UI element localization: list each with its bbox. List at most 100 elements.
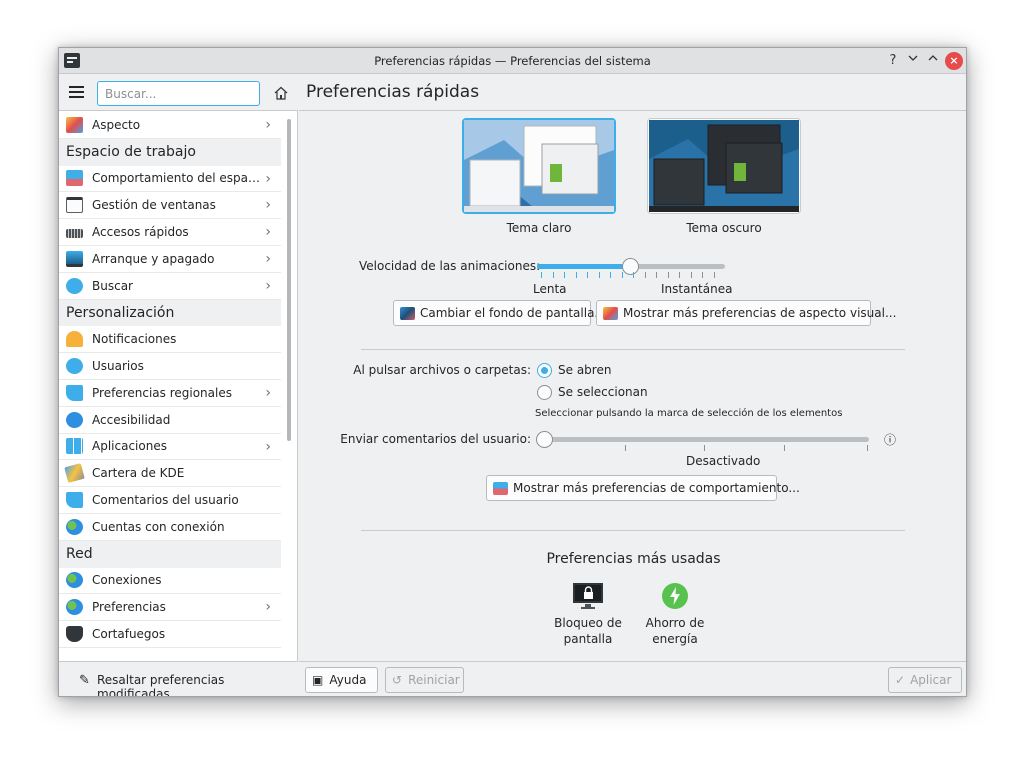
sidebar-item[interactable]: Conexiones xyxy=(59,568,281,595)
workspace-icon xyxy=(66,170,83,187)
main-header: Preferencias rápidas xyxy=(299,75,966,111)
sidebar-item[interactable]: Accesos rápidos › xyxy=(59,219,281,246)
sidebar-item-label: Aspecto xyxy=(92,117,141,132)
workspace-icon xyxy=(493,481,508,495)
sidebar-item-label: Aplicaciones xyxy=(92,439,167,454)
sidebar-item[interactable]: Cuentas con conexión xyxy=(59,514,281,541)
radio-select-label: Se seleccionan xyxy=(558,385,648,399)
dark-theme-card[interactable] xyxy=(647,118,801,214)
help-button[interactable]: ▣ Ayuda xyxy=(305,667,378,693)
home-icon[interactable] xyxy=(273,85,289,101)
sidebar-item[interactable]: Arranque y apagado › xyxy=(59,246,281,273)
sidebar-item-label: Preferencias xyxy=(92,600,166,615)
checkmark-icon: ✓ xyxy=(895,673,906,687)
apps-icon xyxy=(66,438,83,455)
sidebar-item-label: Gestión de ventanas xyxy=(92,198,216,213)
sidebar-item[interactable]: Usuarios xyxy=(59,353,281,380)
radio-open-label: Se abren xyxy=(558,363,612,377)
click-hint: Seleccionar pulsando la marca de selecci… xyxy=(535,408,843,419)
sidebar-item[interactable]: Preferencias regionales › xyxy=(59,380,281,407)
maximize-button[interactable] xyxy=(924,52,942,70)
sidebar-category: Espacio de trabajo xyxy=(59,138,281,166)
sidebar-item-label: Comportamiento del espacio de trabajo xyxy=(92,171,262,186)
pencil-icon: ✎ xyxy=(79,673,90,688)
hamburger-menu-icon[interactable] xyxy=(69,86,84,98)
energy-label-1: Ahorro de xyxy=(645,616,705,630)
close-button[interactable]: × xyxy=(945,52,963,70)
radio-select[interactable] xyxy=(537,385,552,400)
sidebar-item[interactable]: Preferencias › xyxy=(59,594,281,622)
search-input[interactable] xyxy=(97,81,260,106)
feedback-slider-handle[interactable] xyxy=(536,431,553,448)
help-button-label: Ayuda xyxy=(329,673,367,687)
sidebar-list: Aspecto › Espacio de trabajo Comportamiento… xyxy=(59,112,281,662)
page-title: Preferencias rápidas xyxy=(306,82,480,102)
feedback-slider-track[interactable] xyxy=(539,437,869,442)
highlight-changed-button[interactable]: ✎ Resaltar preferencias modificadas xyxy=(59,661,298,697)
chevron-right-icon: › xyxy=(265,277,271,294)
sidebar-item[interactable]: Comentarios del usuario xyxy=(59,487,281,514)
change-wallpaper-button[interactable]: Cambiar el fondo de pantalla... xyxy=(393,300,606,326)
more-behavior-button[interactable]: Mostrar más preferencias de comportamien… xyxy=(486,475,800,501)
aspect-icon xyxy=(66,116,83,133)
light-theme-preview xyxy=(464,120,614,212)
animation-min-label: Lenta xyxy=(533,282,567,296)
chevron-down-icon xyxy=(908,55,918,61)
apply-button[interactable]: ✓ Aplicar xyxy=(888,667,962,693)
window-title: Preferencias rápidas — Preferencias del … xyxy=(374,54,651,68)
chevron-right-icon: › xyxy=(265,384,271,401)
frequent-title: Preferencias más usadas xyxy=(546,551,721,567)
reset-icon: ↺ xyxy=(392,673,403,687)
animation-slider-handle[interactable] xyxy=(622,258,639,275)
sidebar-item-label: Cartera de KDE xyxy=(92,466,185,481)
highlight-changed-label: Resaltar preferencias modificadas xyxy=(97,673,225,697)
reset-button[interactable]: ↺ Reiniciar xyxy=(385,667,464,693)
chevron-right-icon: › xyxy=(265,117,271,133)
chevron-right-icon: › xyxy=(265,170,271,187)
sidebar-item[interactable]: Notificaciones xyxy=(59,326,281,354)
globe-icon xyxy=(66,599,83,616)
sidebar-item[interactable]: Gestión de ventanas › xyxy=(59,192,281,220)
sidebar-scrollbar[interactable] xyxy=(287,119,291,441)
separator-1 xyxy=(361,349,905,350)
sidebar-item-label: Accesibilidad xyxy=(92,412,171,427)
screen-lock-icon xyxy=(573,583,603,609)
sidebar-item[interactable]: Aplicaciones › xyxy=(59,434,281,461)
chevron-right-icon: › xyxy=(265,599,271,616)
info-icon[interactable]: ⓘ xyxy=(884,431,896,448)
monitor-icon xyxy=(66,250,83,267)
separator-2 xyxy=(361,530,905,531)
sidebar-item[interactable]: Aspecto › xyxy=(59,112,281,139)
window-icon xyxy=(66,197,83,214)
sidebar-category: Red xyxy=(59,540,281,568)
sidebar-item[interactable]: Cartera de KDE xyxy=(59,460,281,488)
sidebar-item-label: Buscar xyxy=(92,278,133,293)
sidebar-item[interactable]: Comportamiento del espacio de trabajo› xyxy=(59,166,281,193)
help-book-icon: ▣ xyxy=(312,673,324,687)
search-icon xyxy=(66,277,83,294)
wallpaper-icon xyxy=(400,306,415,320)
sidebar-item-label: Notificaciones xyxy=(92,332,177,347)
shield-icon xyxy=(66,626,83,643)
chevron-right-icon: › xyxy=(265,250,271,267)
chevron-right-icon: › xyxy=(265,224,271,241)
light-theme-label: Tema claro xyxy=(506,221,572,235)
light-theme-card[interactable] xyxy=(462,118,616,214)
sidebar-item[interactable]: Buscar › xyxy=(59,273,281,300)
content-area: Tema claro Tema oscuro Velocidad de las … xyxy=(299,112,966,661)
users-icon xyxy=(66,358,83,375)
sidebar-item-label: Comentarios del usuario xyxy=(92,493,239,508)
help-icon[interactable]: ? xyxy=(884,52,902,70)
energy-icon xyxy=(662,583,688,609)
sidebar-item-label: Cuentas con conexión xyxy=(92,519,225,534)
feedback-icon xyxy=(66,492,83,509)
animation-speed-label: Velocidad de las animaciones: xyxy=(359,259,541,273)
sidebar-item[interactable]: Accesibilidad xyxy=(59,407,281,434)
globe-icon xyxy=(66,572,83,589)
more-appearance-button[interactable]: Mostrar más preferencias de aspecto visu… xyxy=(596,300,896,326)
change-wallpaper-label: Cambiar el fondo de pantalla... xyxy=(420,306,606,320)
radio-open[interactable] xyxy=(537,363,552,378)
sidebar-item[interactable]: Cortafuegos xyxy=(59,621,281,648)
minimize-button[interactable] xyxy=(904,52,922,70)
feedback-value-label: Desactivado xyxy=(686,454,761,468)
